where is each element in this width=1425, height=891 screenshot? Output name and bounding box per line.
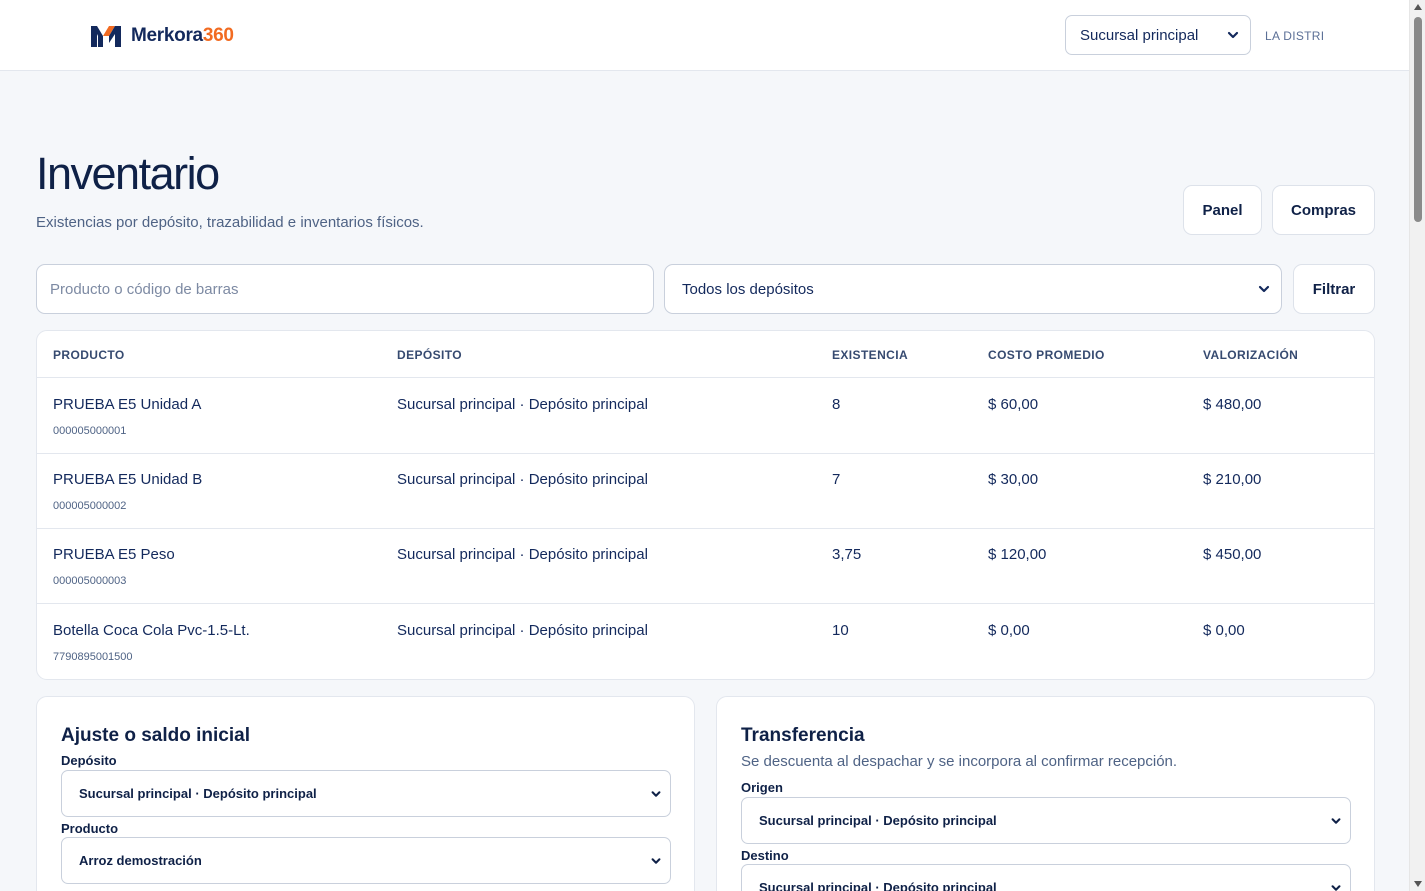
stock-value: 3,75 [832, 546, 862, 563]
stock-value: 10 [832, 622, 849, 639]
transfer-destination-value: Sucursal principal · Depósito principal [759, 880, 997, 891]
valuation-value: $ 450,00 [1203, 546, 1262, 563]
table-row[interactable]: PRUEBA E5 Unidad B 000005000002 Sucursal… [37, 453, 1374, 529]
deposit-name: Sucursal principal · Depósito principal [397, 396, 648, 413]
chevron-down-icon [651, 857, 661, 864]
product-code: 7790895001500 [53, 651, 133, 663]
scroll-down-icon[interactable] [1414, 881, 1422, 887]
product-code: 000005000001 [53, 425, 127, 437]
transfer-destination-select[interactable]: Sucursal principal · Depósito principal [741, 864, 1351, 891]
brand-logo[interactable]: Merkora360 [89, 23, 234, 49]
transfer-card: Transferencia Se descuenta al despachar … [716, 696, 1375, 891]
avg-cost-value: $ 60,00 [988, 396, 1039, 413]
product-name: PRUEBA E5 Peso [53, 546, 175, 563]
page-scrollbar[interactable] [1409, 0, 1425, 891]
page-subtitle: Existencias por depósito, trazabilidad e… [36, 214, 424, 231]
transfer-description: Se descuenta al despachar y se incorpora… [741, 753, 1178, 770]
compras-button[interactable]: Compras [1272, 185, 1375, 235]
filter-button[interactable]: Filtrar [1293, 264, 1375, 314]
stock-value: 8 [832, 396, 841, 413]
page-title: Inventario [36, 148, 220, 199]
valuation-value: $ 480,00 [1203, 396, 1262, 413]
inventory-table: PRODUCTO DEPÓSITO EXISTENCIA COSTO PROME… [36, 330, 1375, 680]
deposit-name: Sucursal principal · Depósito principal [397, 622, 648, 639]
table-row[interactable]: PRUEBA E5 Unidad A 000005000001 Sucursal… [37, 378, 1374, 454]
chevron-down-icon [1331, 884, 1341, 891]
deposit-filter-select[interactable]: Todos los depósitos [664, 264, 1282, 314]
avg-cost-value: $ 120,00 [988, 546, 1047, 563]
avg-cost-value: $ 30,00 [988, 471, 1039, 488]
product-code: 000005000002 [53, 500, 127, 512]
table-row[interactable]: PRUEBA E5 Peso 000005000003 Sucursal pri… [37, 528, 1374, 604]
product-name: PRUEBA E5 Unidad A [53, 396, 202, 413]
chevron-down-icon [1227, 31, 1239, 39]
top-bar: Merkora360 Sucursal principal LA DISTRI [0, 0, 1409, 71]
valuation-value: $ 0,00 [1203, 622, 1245, 639]
scroll-thumb[interactable] [1414, 17, 1422, 222]
adjustment-product-select[interactable]: Arroz demostración [61, 837, 671, 884]
column-header-avg-cost[interactable]: COSTO PROMEDIO [988, 348, 1105, 362]
adjustment-card: Ajuste o saldo inicial Depósito Sucursal… [36, 696, 695, 891]
transfer-origin-value: Sucursal principal · Depósito principal [759, 813, 997, 828]
brand-name: Merkora360 [131, 25, 234, 46]
adjustment-title: Ajuste o saldo inicial [61, 725, 250, 746]
transfer-origin-select[interactable]: Sucursal principal · Depósito principal [741, 797, 1351, 844]
branch-select-value: Sucursal principal [1080, 26, 1199, 44]
chevron-down-icon [1331, 817, 1341, 824]
table-row[interactable]: Botella Coca Cola Pvc-1.5-Lt. 7790895001… [37, 604, 1374, 679]
deposit-name: Sucursal principal · Depósito principal [397, 546, 648, 563]
chevron-down-icon [651, 790, 661, 797]
adjustment-deposit-select[interactable]: Sucursal principal · Depósito principal [61, 770, 671, 817]
transfer-title: Transferencia [741, 725, 865, 746]
column-header-product[interactable]: PRODUCTO [53, 348, 125, 362]
search-input[interactable] [36, 264, 654, 314]
product-code: 000005000003 [53, 575, 127, 587]
panel-button[interactable]: Panel [1183, 185, 1262, 235]
m-logo-icon [91, 26, 121, 47]
column-header-valuation[interactable]: VALORIZACIÓN [1203, 348, 1298, 362]
adjustment-product-label: Producto [61, 821, 119, 836]
product-name: PRUEBA E5 Unidad B [53, 471, 203, 488]
transfer-destination-label: Destino [741, 848, 789, 863]
chevron-down-icon [1258, 285, 1270, 293]
valuation-value: $ 210,00 [1203, 471, 1262, 488]
avg-cost-value: $ 0,00 [988, 622, 1030, 639]
deposit-filter-value: Todos los depósitos [682, 280, 814, 298]
column-header-deposit[interactable]: DEPÓSITO [397, 348, 462, 362]
stock-value: 7 [832, 471, 841, 488]
transfer-origin-label: Origen [741, 780, 783, 795]
company-name: LA DISTRI [1265, 29, 1325, 43]
branch-select[interactable]: Sucursal principal [1065, 15, 1251, 55]
deposit-name: Sucursal principal · Depósito principal [397, 471, 648, 488]
product-name: Botella Coca Cola Pvc-1.5-Lt. [53, 622, 250, 639]
adjustment-deposit-label: Depósito [61, 753, 117, 768]
column-header-stock[interactable]: EXISTENCIA [832, 348, 908, 362]
adjustment-deposit-value: Sucursal principal · Depósito principal [79, 786, 317, 801]
adjustment-product-value: Arroz demostración [79, 853, 202, 868]
scroll-up-icon[interactable] [1414, 4, 1422, 10]
